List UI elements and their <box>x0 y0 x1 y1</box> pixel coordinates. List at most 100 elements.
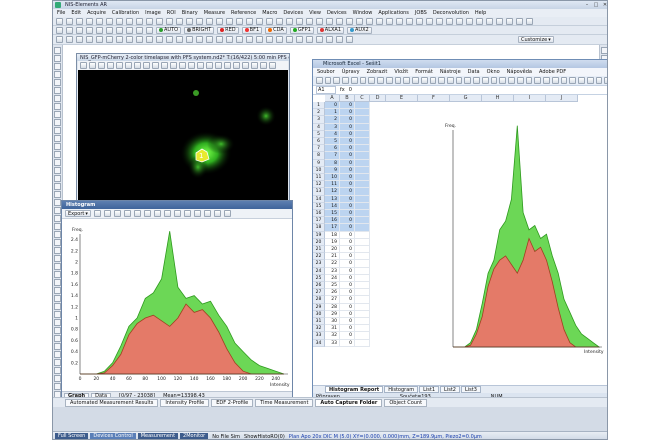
channel-button-alxa1[interactable]: ALXA1 <box>316 26 345 34</box>
cell-a[interactable]: 14 <box>325 202 340 210</box>
image-tool-button[interactable] <box>179 62 186 69</box>
toolbar-button[interactable] <box>196 36 203 43</box>
side-tool-button[interactable] <box>54 287 61 294</box>
menu-item-0[interactable]: File <box>57 10 65 16</box>
excel-toolbar-button[interactable] <box>490 77 498 84</box>
toolbar-button[interactable] <box>476 17 483 25</box>
toolbar-button[interactable] <box>86 17 93 25</box>
cell-c[interactable] <box>355 289 370 297</box>
image-tool-button[interactable] <box>161 62 168 69</box>
toolbar-button[interactable] <box>456 17 463 25</box>
toolbar-button[interactable] <box>246 17 253 25</box>
toolbar-button[interactable] <box>186 17 193 25</box>
excel-menu-item[interactable]: Vložit <box>394 69 408 75</box>
toolbar-button[interactable] <box>146 26 153 34</box>
toolbar-button[interactable] <box>116 26 123 34</box>
row-header[interactable]: 1 <box>313 102 325 110</box>
cell-b[interactable]: 0 <box>340 159 355 167</box>
cell-b[interactable]: 0 <box>340 195 355 203</box>
toolbar-button[interactable] <box>326 17 333 25</box>
menu-item-16[interactable]: Deconvolution <box>433 10 469 16</box>
excel-menu-item[interactable]: Formát <box>415 69 433 75</box>
channel-button-cda[interactable]: CDA <box>265 26 287 34</box>
excel-toolbar-button[interactable] <box>595 77 603 84</box>
toolbar-button[interactable] <box>96 36 103 43</box>
cell-a[interactable]: 3 <box>325 123 340 131</box>
toolbar-button[interactable] <box>96 17 103 25</box>
cell-a[interactable]: 16 <box>325 217 340 225</box>
excel-toolbar-button[interactable] <box>438 77 446 84</box>
row-header[interactable]: 15 <box>313 202 325 210</box>
excel-menu-item[interactable]: Nástroje <box>440 69 461 75</box>
toolbar-button[interactable] <box>266 17 273 25</box>
toolbar-button[interactable] <box>106 26 113 34</box>
toolbar-button[interactable] <box>516 17 523 25</box>
image-tool-button[interactable] <box>89 62 96 69</box>
excel-toolbar-button[interactable] <box>385 77 393 84</box>
cell-c[interactable] <box>355 188 370 196</box>
excel-menu-item[interactable]: Soubor <box>317 69 335 75</box>
cell-a[interactable]: 19 <box>325 238 340 246</box>
toolbar-button[interactable] <box>276 17 283 25</box>
cell-a[interactable]: 10 <box>325 174 340 182</box>
status-button[interactable]: Devices Control <box>90 433 136 439</box>
row-header[interactable]: 9 <box>313 159 325 167</box>
row-header[interactable]: 12 <box>313 181 325 189</box>
toolbar-button[interactable] <box>246 36 253 43</box>
cell-a[interactable]: 15 <box>325 210 340 218</box>
toolbar-button[interactable] <box>206 17 213 25</box>
side-tool-button[interactable] <box>54 119 61 126</box>
side-tool-button[interactable] <box>54 167 61 174</box>
side-tool-button[interactable] <box>54 47 61 54</box>
toolbar-button[interactable] <box>146 36 153 43</box>
cell-b[interactable]: 0 <box>340 145 355 153</box>
cell-c[interactable] <box>355 116 370 124</box>
menu-item-1[interactable]: Edit <box>71 10 81 16</box>
side-tool-button[interactable] <box>54 199 61 206</box>
side-tool-button[interactable] <box>54 279 61 286</box>
toolbar-button[interactable] <box>226 17 233 25</box>
excel-toolbar-button[interactable] <box>499 77 507 84</box>
image-tool-button[interactable] <box>134 62 141 69</box>
cell-c[interactable] <box>355 210 370 218</box>
side-tool-button[interactable] <box>54 63 61 70</box>
toolbar-button[interactable] <box>56 17 63 25</box>
toolbar-button[interactable] <box>366 17 373 25</box>
bottom-tab[interactable]: Object Count <box>384 398 428 407</box>
histogram-tool-button[interactable] <box>183 210 191 217</box>
histogram-tool-button[interactable] <box>223 210 231 217</box>
cell-b[interactable]: 0 <box>340 296 355 304</box>
toolbar-button[interactable] <box>326 36 333 43</box>
toolbar-button[interactable] <box>156 17 163 25</box>
histogram-tool-button[interactable] <box>163 210 171 217</box>
excel-menu-item[interactable]: Zobrazit <box>367 69 388 75</box>
excel-toolbar-button[interactable] <box>508 77 515 84</box>
menu-item-3[interactable]: Calibration <box>112 10 139 16</box>
excel-toolbar-button[interactable] <box>525 77 533 84</box>
toolbar-button[interactable] <box>86 26 93 34</box>
toolbar-button[interactable] <box>226 36 233 43</box>
toolbar-button[interactable] <box>56 26 63 34</box>
excel-toolbar-button[interactable] <box>560 77 568 84</box>
menu-item-8[interactable]: Reference <box>231 10 256 16</box>
toolbar-button[interactable] <box>306 17 313 25</box>
cell-c[interactable] <box>355 152 370 160</box>
row-header[interactable]: 21 <box>313 246 325 254</box>
cell-b[interactable]: 0 <box>340 130 355 138</box>
image-tool-button[interactable] <box>206 62 213 69</box>
toolbar-button[interactable] <box>286 17 293 25</box>
row-header[interactable]: 6 <box>313 138 325 146</box>
row-header[interactable]: 2 <box>313 109 325 117</box>
channel-button-aux2[interactable]: AUX2 <box>347 26 372 34</box>
formula-input[interactable]: 0 <box>349 87 352 93</box>
menu-item-5[interactable]: ROI <box>167 10 176 16</box>
cell-c[interactable] <box>355 318 370 326</box>
excel-toolbar-button[interactable] <box>333 77 341 84</box>
toolbar-button[interactable] <box>136 17 143 25</box>
image-tool-button[interactable] <box>188 62 195 69</box>
cell-b[interactable]: 0 <box>340 188 355 196</box>
menu-item-11[interactable]: View <box>309 10 321 16</box>
row-header[interactable]: 26 <box>313 282 325 290</box>
cell-a[interactable]: 13 <box>325 195 340 203</box>
cell-b[interactable]: 0 <box>340 210 355 218</box>
